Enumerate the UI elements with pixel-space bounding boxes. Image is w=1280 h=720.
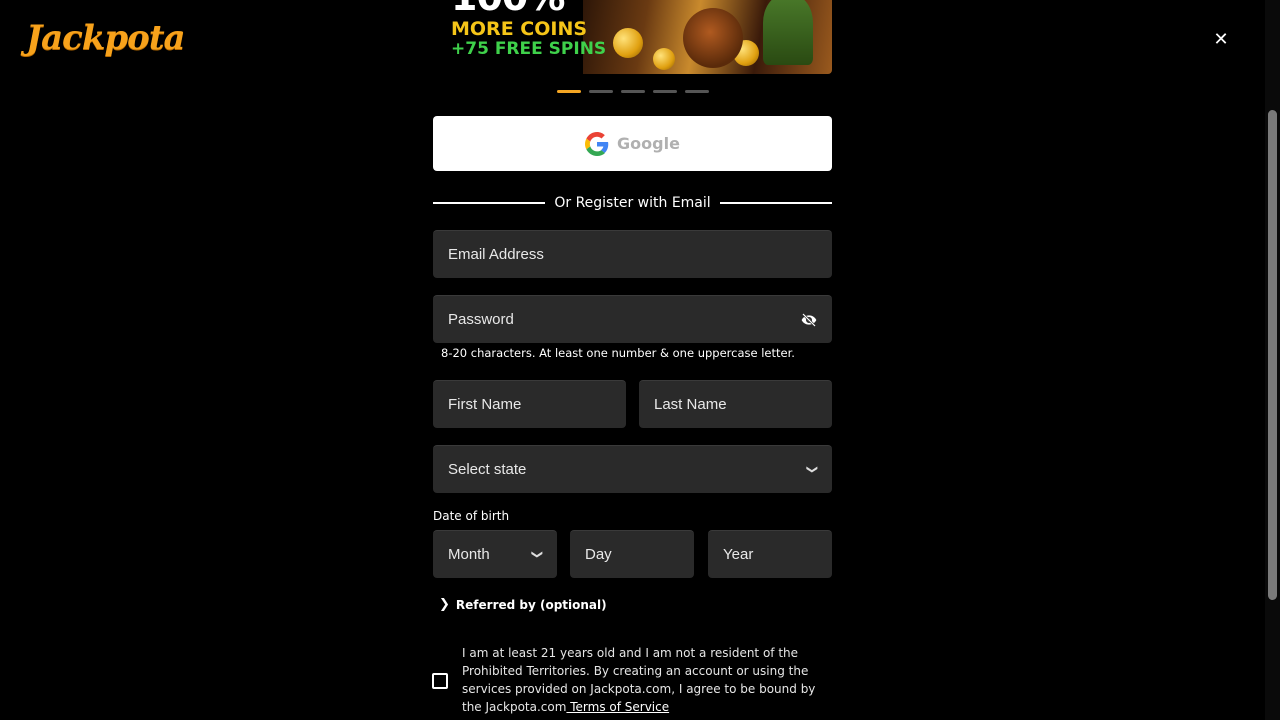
month-select[interactable]: Month ❯ (433, 530, 557, 578)
referred-by-toggle[interactable]: ❯ Referred by (optional) (439, 597, 607, 612)
day-input[interactable]: Day (570, 530, 694, 578)
promo-banner[interactable]: 100% MORE COINS +75 FREE SPINS (433, 0, 832, 74)
first-name-input[interactable]: First Name (433, 380, 626, 428)
divider-line (433, 202, 546, 204)
google-signin-button[interactable]: Google (433, 116, 832, 171)
first-name-placeholder: First Name (448, 396, 522, 413)
email-placeholder: Email Address (448, 246, 544, 263)
password-input[interactable]: Password (433, 295, 832, 343)
terms-checkbox[interactable] (432, 673, 448, 689)
jackpota-logo[interactable]: Jackpota (26, 18, 186, 58)
referred-by-label: Referred by (optional) (455, 597, 607, 612)
close-button[interactable]: ✕ (1209, 27, 1233, 51)
scrollbar-thumb[interactable] (1268, 110, 1277, 600)
google-icon (585, 131, 609, 156)
promo-percent: 100% (451, 0, 606, 16)
month-select-value: Month (448, 546, 490, 563)
terms-text: I am at least 21 years old and I am not … (462, 644, 834, 716)
register-divider: Or Register with Email (433, 194, 832, 212)
promo-banner-text: 100% MORE COINS +75 FREE SPINS (451, 0, 606, 58)
close-icon: ✕ (1213, 28, 1229, 50)
day-placeholder: Day (585, 546, 612, 563)
last-name-input[interactable]: Last Name (639, 380, 832, 428)
promo-coins-text: MORE COINS (451, 18, 588, 40)
scrollbar[interactable] (1265, 0, 1280, 720)
chevron-down-icon: ❯ (805, 464, 818, 475)
carousel-dots (557, 90, 709, 93)
email-input[interactable]: Email Address (433, 230, 832, 278)
google-button-label: Google (617, 134, 680, 153)
password-placeholder: Password (448, 311, 514, 328)
promo-banner-art (583, 0, 832, 74)
carousel-dot[interactable] (653, 90, 677, 93)
state-select-value: Select state (448, 461, 527, 478)
dob-label: Date of birth (433, 509, 510, 523)
chevron-right-icon: ❯ (439, 597, 450, 612)
password-hint: 8-20 characters. At least one number & o… (441, 346, 795, 360)
chevron-down-icon: ❯ (530, 549, 543, 560)
divider-text: Or Register with Email (554, 195, 711, 211)
state-select[interactable]: Select state ❯ (433, 445, 832, 493)
carousel-dot[interactable] (589, 90, 613, 93)
year-input[interactable]: Year (708, 530, 832, 578)
carousel-dot[interactable] (685, 90, 709, 93)
eye-slash-icon[interactable] (801, 312, 817, 328)
year-placeholder: Year (723, 546, 754, 563)
last-name-placeholder: Last Name (654, 396, 727, 413)
promo-spins-text: +75 FREE SPINS (451, 39, 607, 59)
divider-line (719, 202, 832, 204)
carousel-dot[interactable] (557, 90, 581, 93)
terms-of-service-link[interactable]: Terms of Service (566, 700, 669, 714)
carousel-dot[interactable] (621, 90, 645, 93)
